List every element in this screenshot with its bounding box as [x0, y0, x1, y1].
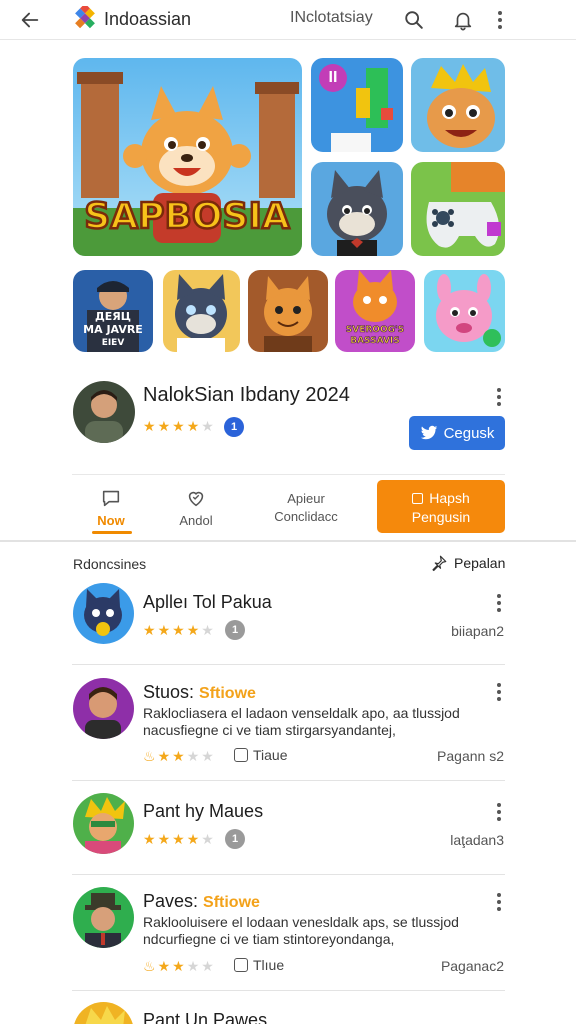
featured-tile-king[interactable] [411, 58, 505, 152]
chat-bubble-icon [102, 490, 120, 507]
list-item-tag[interactable]: Tlıue [234, 957, 284, 973]
star-icon: ★ [172, 418, 185, 434]
tab-now[interactable]: Now [86, 487, 136, 528]
list-item-avatar[interactable] [73, 1002, 134, 1024]
list-item-rating: ♨ ★ ★ ★ ★ [143, 958, 214, 974]
list-item-more-icon[interactable] [491, 681, 507, 703]
game-tile-pink[interactable] [424, 270, 505, 352]
heart-icon [188, 491, 204, 507]
app-title: NalokSian Ibdany 2024 [143, 384, 350, 406]
list-item-avatar[interactable] [73, 583, 134, 644]
tab-andol[interactable]: Andol [170, 487, 222, 528]
star-icon: ★ [157, 418, 171, 434]
list-item-title[interactable]: Pant hy Maues [143, 801, 263, 822]
game-tile-bossavis-text2: BASSAVIS [350, 336, 400, 346]
list-divider [72, 780, 505, 781]
tabs-top-divider [72, 474, 505, 475]
notification-icon[interactable] [449, 6, 477, 34]
featured-tile-controller[interactable] [411, 162, 505, 256]
star-icon: ★ [143, 418, 156, 434]
banner-game-title: SAPBOSIA [84, 196, 290, 237]
more-vertical-icon[interactable] [492, 9, 508, 31]
list-item-meta: biiapan2 [451, 623, 504, 639]
bird-icon [420, 425, 437, 440]
list-divider [72, 874, 505, 875]
list-divider [72, 990, 505, 991]
list-item-meta: Paganac2 [440, 958, 504, 974]
list-item-avatar[interactable] [73, 793, 134, 854]
game-tile-hero-text2: MA JAVRE [83, 323, 143, 336]
list-item-more-icon[interactable] [491, 891, 507, 913]
list-item-meta: Pagann s2 [437, 748, 504, 764]
list-item-badge: 1 [225, 620, 245, 640]
list-item-title[interactable]: Stuos: Sftiowe [143, 682, 256, 703]
section-action-label: Pepalan [454, 555, 506, 571]
list-item-avatar[interactable] [73, 678, 134, 739]
follow-button-label: Cegusk [443, 424, 495, 442]
cta-line1: Hapsh [429, 490, 470, 506]
featured-banner-main[interactable]: SAPBOSIA [73, 58, 302, 256]
list-item-badge: 1 [225, 829, 245, 849]
app-count-badge: 1 [224, 417, 244, 437]
game-tile-hero[interactable]: ДЕЯЦ MA JAVRE EIEV [73, 270, 153, 352]
star-icon: ★ [186, 418, 200, 434]
section-label: Rdoncsines [73, 556, 147, 572]
square-icon [412, 493, 424, 504]
tab-conclidacc[interactable]: Apieur Conclidacc [260, 490, 352, 526]
tab-andol-label: Andol [179, 513, 213, 528]
topbar-subtitle[interactable]: INclotatsiay [290, 9, 373, 27]
star-icon: ★ [201, 418, 214, 434]
app-avatar[interactable] [73, 381, 135, 443]
active-tab-indicator [92, 531, 132, 534]
tag-icon [234, 748, 248, 762]
game-tile-bossavis[interactable]: SVEROOG'S BASSAVIS [335, 270, 415, 352]
game-tile-hero-text1: ДЕЯЦ [95, 310, 131, 323]
list-item-title[interactable]: Paves: Sftiowe [143, 891, 260, 912]
follow-button[interactable]: Cegusk [409, 416, 505, 450]
game-tile-fox[interactable] [248, 270, 328, 352]
tab-conclidacc-line1: Apieur [287, 491, 325, 506]
tab-now-label: Now [97, 513, 125, 528]
featured-tile-cat[interactable] [311, 162, 403, 256]
pin-icon [432, 555, 447, 572]
app-rating-stars: ★ ★ ★ ★ ★ [143, 419, 214, 433]
top-app-bar: Indoassian INclotatsiay [0, 0, 576, 40]
game-tile-hero-text3: EIEV [102, 338, 125, 348]
list-item-rating: ♨ ★ ★ ★ ★ [143, 748, 214, 764]
back-arrow-icon[interactable] [16, 6, 44, 34]
list-item-more-icon[interactable] [491, 592, 507, 614]
search-icon[interactable] [400, 6, 428, 34]
featured-tile-blocks[interactable]: II [311, 58, 403, 152]
list-item-meta: laţadan3 [450, 832, 504, 848]
tile-pause-badge: II [328, 69, 338, 86]
brand-name: Indoassian [104, 9, 192, 29]
app-more-icon[interactable] [491, 386, 507, 408]
game-tile-cat[interactable] [163, 270, 240, 352]
list-item-rating: ★ ★ ★ ★ ★ [143, 622, 214, 638]
list-item-tag[interactable]: Tiaue [234, 747, 288, 763]
list-item-more-icon[interactable] [491, 801, 507, 823]
list-item-description: Raklocliasera el ladaon venseldalk apo, … [143, 705, 460, 738]
cta-line2: Pengusin [411, 509, 471, 525]
pengusin-cta-button[interactable]: Hapsh Pengusin [377, 480, 505, 533]
list-divider [72, 664, 505, 665]
tag-icon [234, 958, 248, 972]
list-item-title[interactable]: Aplleı Tol Pakua [143, 592, 272, 613]
tab-conclidacc-line2: Conclidacc [274, 509, 338, 524]
list-item-avatar[interactable] [73, 887, 134, 948]
brand-logo-icon [72, 3, 98, 32]
game-tile-bossavis-text1: SVEROOG'S [346, 325, 404, 335]
section-divider [0, 540, 576, 542]
list-item-description: Raklooluisere el lodaan venesldalk aps, … [143, 914, 459, 947]
section-pin-action[interactable]: Pepalan [430, 554, 505, 572]
list-item-title[interactable]: Pant Un Pawes [143, 1010, 267, 1024]
list-item-rating: ★ ★ ★ ★ ★ [143, 831, 214, 847]
